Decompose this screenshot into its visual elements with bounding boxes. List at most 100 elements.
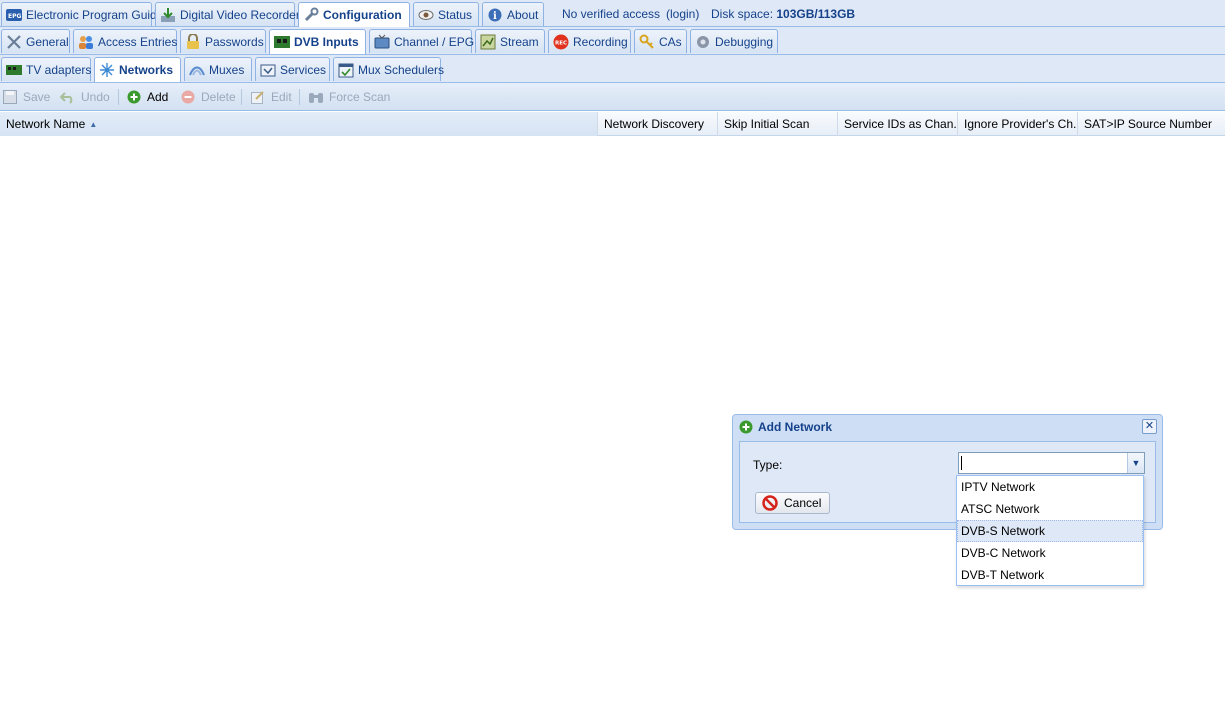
- force-scan-button[interactable]: Force Scan: [308, 88, 390, 106]
- delete-button[interactable]: Delete: [180, 88, 236, 106]
- tab-electronic-program-guide[interactable]: EPG Electronic Program Guide: [1, 2, 163, 26]
- tab-label: Passwords: [205, 34, 264, 49]
- tab-dvb-inputs[interactable]: DVB Inputs: [269, 29, 366, 54]
- grid-toolbar: Save Undo Add Delete Edit Force Scan: [0, 83, 1225, 111]
- save-button[interactable]: Save: [2, 88, 50, 106]
- tab-label: CAs: [659, 34, 682, 49]
- tab-passwords[interactable]: Passwords: [180, 29, 266, 53]
- tab-label: Stream: [500, 34, 539, 49]
- column-service-ids[interactable]: Service IDs as Chan...: [838, 112, 958, 136]
- tab-status[interactable]: Status: [413, 2, 479, 26]
- column-label: Skip Initial Scan: [724, 117, 810, 131]
- toolbar-separator: [241, 89, 242, 105]
- edit-button[interactable]: Edit: [250, 88, 292, 106]
- lock-icon: [185, 33, 201, 50]
- dialog-header: Add Network: [733, 415, 1162, 439]
- add-button[interactable]: Add: [126, 88, 168, 106]
- option-dvb-s-network[interactable]: DVB-S Network: [957, 520, 1143, 542]
- tab-mux-schedulers[interactable]: Mux Schedulers: [333, 57, 444, 81]
- add-icon: [126, 89, 142, 105]
- option-atsc-network[interactable]: ATSC Network: [957, 498, 1143, 520]
- card-icon: [274, 34, 290, 50]
- tab-label: Configuration: [323, 8, 402, 22]
- scheduler-icon: [338, 62, 354, 78]
- option-iptv-network[interactable]: IPTV Network: [957, 476, 1143, 498]
- column-network-name[interactable]: Network Name ▲: [0, 112, 598, 136]
- undo-button[interactable]: Undo: [60, 88, 110, 106]
- grid-header: Network Name ▲ Network Discovery Skip Ini…: [0, 112, 1225, 136]
- tab-label: About: [507, 7, 539, 22]
- toolbar-separator: [299, 89, 300, 105]
- tab-label: Services: [280, 62, 327, 77]
- type-label: Type:: [753, 458, 783, 472]
- undo-label: Undo: [81, 90, 110, 104]
- epg-icon: EPG: [6, 7, 22, 23]
- tab-label: General: [26, 34, 69, 49]
- users-icon: [78, 34, 94, 50]
- undo-icon: [60, 89, 76, 105]
- wrench-icon: [303, 7, 319, 23]
- save-label: Save: [23, 90, 51, 104]
- toolbar-separator: [118, 89, 119, 105]
- network-icon: [99, 62, 115, 78]
- tools-icon: [6, 34, 22, 50]
- muxes-icon: [189, 62, 205, 78]
- tab-label: Networks: [119, 63, 174, 77]
- tab-label: Muxes: [209, 62, 245, 77]
- column-satip-source[interactable]: SAT>IP Source Number: [1078, 112, 1225, 136]
- tv-icon: [374, 34, 390, 50]
- svg-text:EPG: EPG: [8, 13, 21, 20]
- add-label: Add: [147, 90, 169, 104]
- option-dvb-t-network[interactable]: DVB-T Network: [957, 564, 1143, 586]
- type-dropdown-list: IPTV Network ATSC Network DVB-S Network …: [956, 475, 1144, 586]
- add-icon: [739, 420, 753, 434]
- tab-services[interactable]: Services: [255, 57, 330, 81]
- tab-label: Recording: [573, 34, 628, 49]
- tab-cas[interactable]: CAs: [634, 29, 687, 53]
- tab-label: Channel / EPG: [394, 34, 475, 49]
- tab-muxes[interactable]: Muxes: [184, 57, 252, 81]
- tab-general[interactable]: General: [1, 29, 70, 53]
- column-label: Ignore Provider's Ch...: [964, 117, 1078, 131]
- column-network-discovery[interactable]: Network Discovery: [598, 112, 718, 136]
- save-icon: [2, 89, 18, 105]
- column-label: Service IDs as Chan...: [844, 117, 958, 131]
- cancel-button[interactable]: Cancel: [755, 492, 830, 514]
- tab-digital-video-recorder[interactable]: Digital Video Recorder: [155, 2, 300, 26]
- login-link[interactable]: (login): [666, 0, 699, 27]
- column-ignore-provider[interactable]: Ignore Provider's Ch...: [958, 112, 1078, 136]
- tab-about[interactable]: i About: [482, 2, 544, 26]
- edit-label: Edit: [271, 90, 292, 104]
- option-dvb-c-network[interactable]: DVB-C Network: [957, 542, 1143, 564]
- column-label: SAT>IP Source Number: [1084, 117, 1212, 131]
- tab-tv-adapters[interactable]: TV adapters: [1, 57, 91, 81]
- access-status: No verified access: [562, 6, 661, 21]
- tab-configuration[interactable]: Configuration: [298, 2, 410, 27]
- svg-text:i: i: [493, 11, 497, 22]
- delete-label: Delete: [201, 90, 236, 104]
- rec-icon: REC: [553, 34, 569, 50]
- bug-icon: [695, 34, 711, 50]
- tab-channel-epg[interactable]: Channel / EPG: [369, 29, 475, 53]
- tab-networks[interactable]: Networks: [94, 57, 181, 82]
- type-combobox[interactable]: ▼: [958, 452, 1145, 474]
- svg-text:REC: REC: [555, 40, 567, 46]
- download-icon: [160, 7, 176, 23]
- tab-access-entries[interactable]: Access Entries: [73, 29, 177, 53]
- column-skip-initial-scan[interactable]: Skip Initial Scan: [718, 112, 838, 136]
- disk-space-label: Disk space:: [711, 6, 774, 21]
- tab-label: TV adapters: [26, 62, 92, 77]
- sort-ascending-icon: ▲: [89, 119, 98, 129]
- adapter-icon: [6, 62, 22, 78]
- tab-label: Status: [438, 7, 473, 22]
- cancel-icon: [762, 495, 778, 511]
- close-icon[interactable]: ✕: [1142, 419, 1157, 434]
- tab-stream[interactable]: Stream: [475, 29, 545, 53]
- force-scan-label: Force Scan: [329, 90, 391, 104]
- dialog-title: Add Network: [758, 420, 833, 434]
- tab-label: Digital Video Recorder: [180, 7, 300, 22]
- tab-debugging[interactable]: Debugging: [690, 29, 778, 53]
- tab-recording[interactable]: REC Recording: [548, 29, 631, 53]
- chevron-down-icon[interactable]: ▼: [1127, 453, 1144, 473]
- tab-label: DVB Inputs: [294, 35, 359, 49]
